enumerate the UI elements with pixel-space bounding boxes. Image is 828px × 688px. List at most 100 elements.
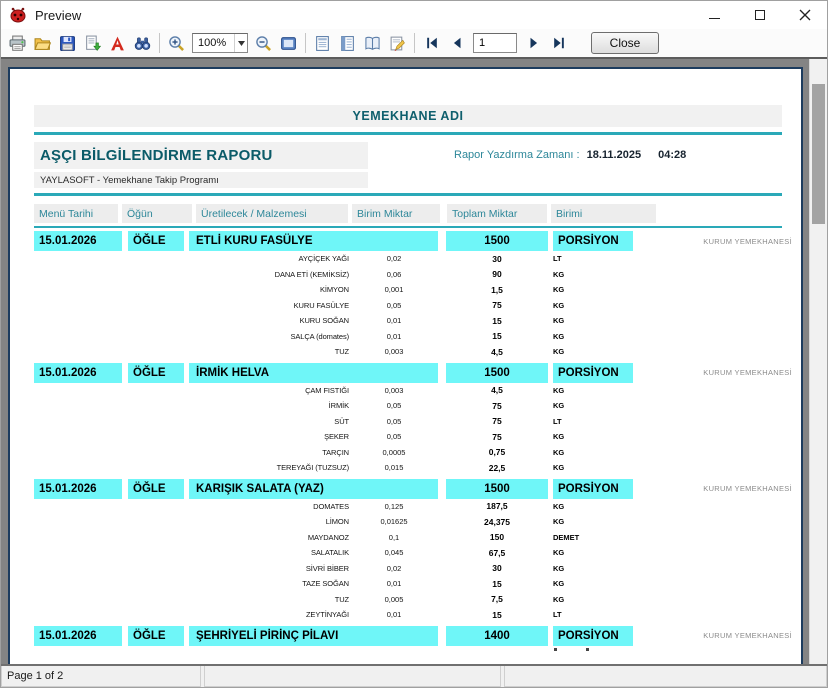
- ingredient-unit-amount: 0,125: [359, 499, 429, 515]
- ingredient-unit: LT: [553, 414, 613, 430]
- ingredient-unit-amount: 0,01: [359, 329, 429, 345]
- print-button[interactable]: [5, 31, 30, 55]
- ingredient-unit-amount: 0,05: [359, 429, 429, 445]
- ingredient-row: TAZE SOĞAN 0,01 15 KG: [34, 576, 782, 592]
- page-settings-button[interactable]: [310, 31, 335, 55]
- maximize-button[interactable]: [737, 1, 782, 29]
- dropdown-arrow-icon[interactable]: [234, 34, 247, 52]
- ingredient-total: 30: [446, 561, 548, 577]
- find-button[interactable]: [130, 31, 155, 55]
- menu-section: 15.01.2026 ÖĞLE ŞEHRİYELİ PİRİNÇ PİLAVI …: [34, 626, 782, 652]
- ingredient-unit: KG: [553, 429, 613, 445]
- ingredient-unit: KG: [553, 344, 613, 360]
- pdf-icon: [109, 35, 126, 52]
- next-page-icon: [527, 36, 541, 50]
- ingredient-total: 15: [446, 329, 548, 345]
- ingredient-unit-amount: 0,001: [359, 282, 429, 298]
- scrollbar-thumb[interactable]: [812, 84, 825, 224]
- location-label: KURUM YEMEKHANESİ: [622, 231, 792, 251]
- close-window-button[interactable]: [782, 1, 827, 29]
- ingredient-total: 75: [446, 298, 548, 314]
- ingredient-row: DANA ETİ (KEMİKSİZ) 0,06 90 KG: [34, 267, 782, 283]
- report-page: YEMEKHANE ADI AŞÇI BİLGİLENDİRME RAPORU …: [8, 67, 803, 664]
- amount-unit: PORSİYON: [553, 231, 633, 251]
- ingredient-total: 30: [446, 251, 548, 267]
- location-label: KURUM YEMEKHANESİ: [622, 479, 792, 499]
- dish-name: ŞEHRİYELİ PİRİNÇ PİLAVI: [189, 626, 438, 646]
- report-title-band: AŞÇI BİLGİLENDİRME RAPORU: [34, 142, 368, 169]
- meal-type: ÖĞLE: [128, 479, 184, 499]
- status-page-info: Page 1 of 2: [1, 666, 201, 687]
- column-header-unit-amount: Birim Miktar: [352, 204, 440, 223]
- next-page-button[interactable]: [521, 31, 546, 55]
- column-header-row: Menü Tarihi Öğün Üretilecek / Malzemesi …: [34, 204, 782, 223]
- report-subtitle: YAYLASOFT - Yemekhane Takip Programı: [34, 175, 219, 186]
- ingredient-name: LİMON: [34, 514, 349, 530]
- open-button[interactable]: [30, 31, 55, 55]
- ingredient-unit-amount: 0,045: [359, 545, 429, 561]
- prev-page-button[interactable]: [444, 31, 469, 55]
- ingredient-unit: DEMET: [553, 530, 613, 546]
- ingredient-row: SÜT 0,05 75 LT: [34, 414, 782, 430]
- whole-page-button[interactable]: [276, 31, 301, 55]
- clipped-text-dot: [554, 648, 557, 651]
- outline-icon: [339, 35, 356, 52]
- ingredient-name: ÇAM FISTIĞI: [34, 383, 349, 399]
- preview-area: YEMEKHANE ADI AŞÇI BİLGİLENDİRME RAPORU …: [1, 59, 827, 664]
- menu-date: 15.01.2026: [34, 363, 122, 383]
- page-number-input[interactable]: [473, 33, 517, 53]
- toolbar: 100%: [1, 29, 827, 59]
- ingredient-row: DOMATES 0,125 187,5 KG: [34, 499, 782, 515]
- edit-page-button[interactable]: [385, 31, 410, 55]
- ingredient-unit: KG: [553, 313, 613, 329]
- export-pdf-button[interactable]: [105, 31, 130, 55]
- ingredient-total: 15: [446, 576, 548, 592]
- location-label: KURUM YEMEKHANESİ: [622, 363, 792, 383]
- zoom-out-button[interactable]: [251, 31, 276, 55]
- zoom-in-button[interactable]: [164, 31, 189, 55]
- ingredient-unit-amount: 0,003: [359, 383, 429, 399]
- ingredient-unit-amount: 0,06: [359, 267, 429, 283]
- ingredient-unit-amount: 0,01: [359, 607, 429, 623]
- minimize-icon: [709, 18, 720, 19]
- ingredient-total: 75: [446, 398, 548, 414]
- ingredient-row: TUZ 0,005 7,5 KG: [34, 592, 782, 608]
- report-subtitle-band: YAYLASOFT - Yemekhane Takip Programı: [34, 172, 368, 188]
- ingredient-unit-amount: 0,01625: [359, 514, 429, 530]
- ingredient-total: 75: [446, 429, 548, 445]
- ingredient-name: SALÇA (domates): [34, 329, 349, 345]
- ingredient-name: TUZ: [34, 592, 349, 608]
- ingredient-name: TAZE SOĞAN: [34, 576, 349, 592]
- save-icon: [59, 35, 76, 52]
- export-button[interactable]: [80, 31, 105, 55]
- status-panel: [504, 666, 827, 687]
- ingredient-row: SALATALIK 0,045 67,5 KG: [34, 545, 782, 561]
- ingredient-name: ZEYTİNYAĞI: [34, 607, 349, 623]
- outline-button[interactable]: [335, 31, 360, 55]
- first-page-button[interactable]: [419, 31, 444, 55]
- zoom-level-dropdown[interactable]: 100%: [192, 33, 248, 53]
- page-setup-button[interactable]: [360, 31, 385, 55]
- ingredient-unit: KG: [553, 329, 613, 345]
- clipped-row-hint: [34, 646, 782, 652]
- section-header-row: 15.01.2026 ÖĞLE KARIŞIK SALATA (YAZ) 150…: [34, 479, 782, 499]
- ingredient-unit: KG: [553, 298, 613, 314]
- menu-date: 15.01.2026: [34, 479, 122, 499]
- save-button[interactable]: [55, 31, 80, 55]
- ingredient-unit-amount: 0,05: [359, 414, 429, 430]
- last-page-button[interactable]: [546, 31, 571, 55]
- minimize-button[interactable]: [692, 1, 737, 29]
- close-preview-button[interactable]: Close: [591, 32, 659, 54]
- column-header-meal: Öğün: [122, 204, 192, 223]
- first-page-icon: [425, 36, 439, 50]
- org-name-band: YEMEKHANE ADI: [34, 105, 782, 127]
- ingredient-unit-amount: 0,01: [359, 313, 429, 329]
- vertical-scrollbar[interactable]: [809, 59, 827, 664]
- total-amount: 1500: [446, 231, 548, 251]
- ingredient-unit-amount: 0,01: [359, 576, 429, 592]
- column-header-item: Üretilecek / Malzemesi: [196, 204, 348, 223]
- column-header-date: Menü Tarihi: [34, 204, 118, 223]
- ingredient-unit-amount: 0,1: [359, 530, 429, 546]
- ingredient-unit: KG: [553, 267, 613, 283]
- ingredient-total: 0,75: [446, 445, 548, 461]
